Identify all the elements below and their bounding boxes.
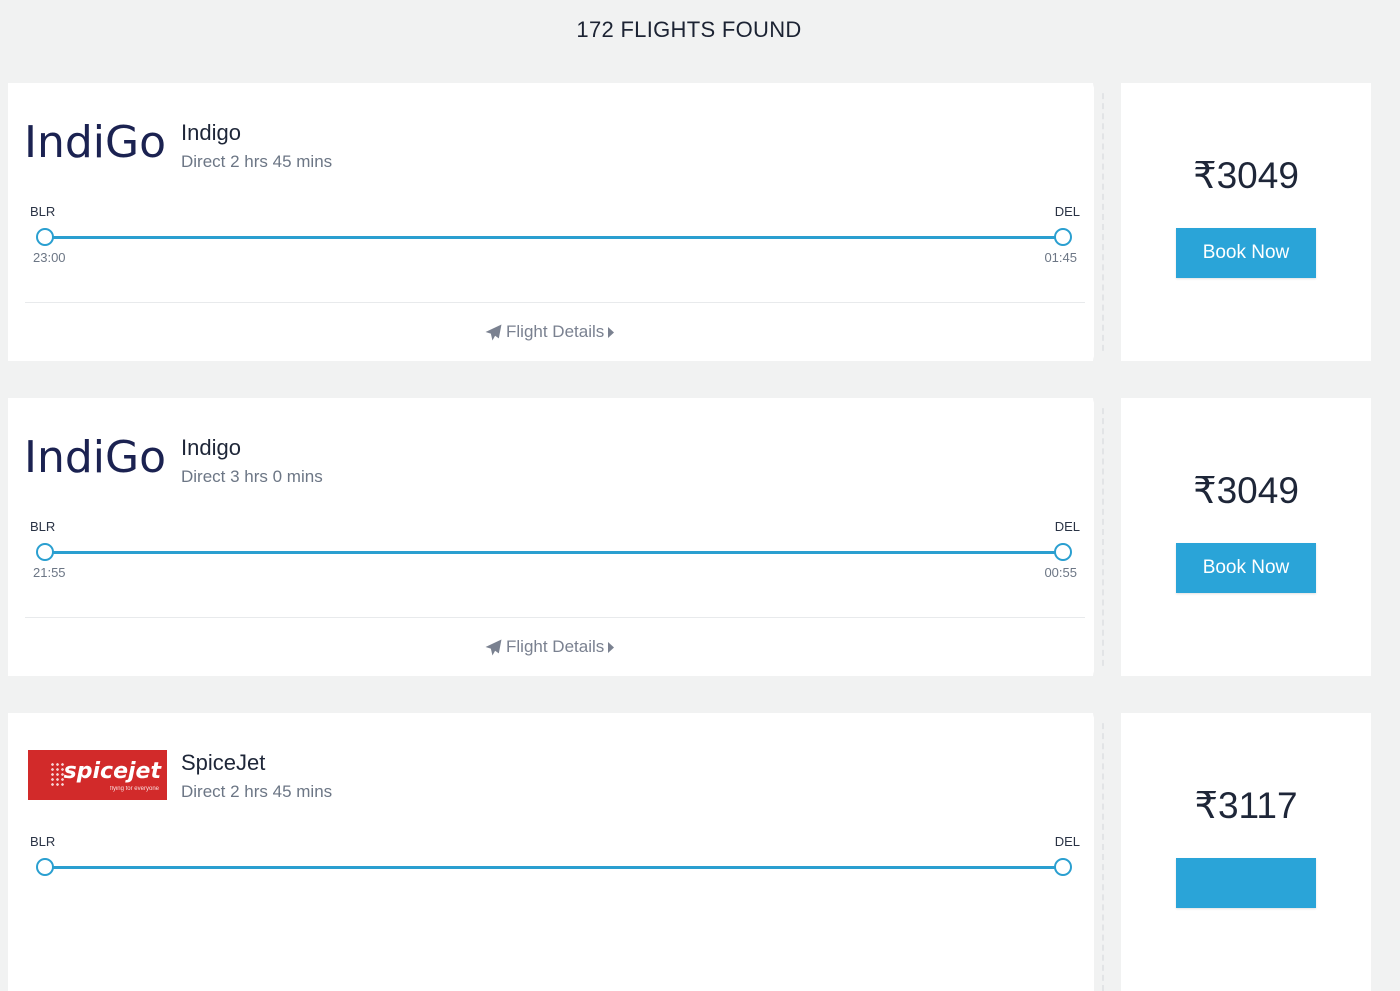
indigo-logo: IndiGo: [24, 432, 167, 483]
airline-name: SpiceJet: [181, 750, 266, 775]
flight-details-link[interactable]: Flight Details: [485, 322, 615, 342]
price: ₹3049: [1193, 470, 1299, 511]
paper-plane-icon: [485, 324, 502, 340]
destination-code: DEL: [1054, 834, 1080, 849]
book-now-button[interactable]: Book Now: [1176, 543, 1316, 593]
flight-details-label: Flight Details: [506, 322, 605, 341]
caret-right-icon: [608, 641, 615, 653]
caret-right-icon: [608, 326, 615, 338]
flight-duration: Direct 2 hrs 45 mins: [181, 152, 333, 171]
price: ₹3049: [1193, 155, 1299, 196]
flight-card: IndiGo Indigo Direct 2 hrs 45 mins BLR D…: [8, 73, 1371, 371]
destination-code: DEL: [1054, 204, 1080, 219]
destination-dot-icon: [1054, 858, 1072, 876]
results-count-heading: 172 FLIGHTS FOUND: [576, 17, 802, 42]
airline-name: Indigo: [181, 120, 241, 145]
spicejet-tagline: flying for everyone: [109, 786, 159, 792]
departure-time: 23:00: [33, 250, 66, 265]
flight-details-label: Flight Details: [506, 637, 605, 656]
origin-code: BLR: [30, 519, 56, 534]
destination-dot-icon: [1054, 228, 1072, 246]
route-line: [46, 551, 1064, 554]
flight-duration: Direct 2 hrs 45 mins: [181, 782, 333, 801]
spicejet-wordmark: spicejet: [63, 759, 161, 784]
spicejet-logo: spicejet flying for everyone: [28, 750, 167, 800]
ticket-notch: [1093, 666, 1113, 686]
price: ₹3117: [1194, 785, 1298, 826]
route-line: [46, 866, 1064, 869]
indigo-logo: IndiGo: [24, 117, 167, 168]
flight-info-panel: IndiGo Indigo Direct 3 hrs 0 mins BLR DE…: [8, 398, 1094, 676]
divider: [25, 302, 1085, 303]
price-panel: ₹3049 Book Now: [1121, 398, 1371, 676]
airline-name: Indigo: [181, 435, 241, 460]
divider: [25, 617, 1085, 618]
ticket-perforation: [1102, 398, 1104, 676]
origin-dot-icon: [36, 228, 54, 246]
book-now-button[interactable]: [1176, 858, 1316, 908]
flight-duration: Direct 3 hrs 0 mins: [181, 467, 323, 486]
price-panel: ₹3117: [1121, 713, 1371, 991]
origin-code: BLR: [30, 834, 56, 849]
route-line: [46, 236, 1064, 239]
flight-card: spicejet flying for everyone SpiceJet Di…: [8, 703, 1371, 991]
ticket-perforation: [1102, 713, 1104, 991]
flight-info-panel: IndiGo Indigo Direct 2 hrs 45 mins BLR D…: [8, 83, 1094, 361]
destination-code: DEL: [1054, 519, 1080, 534]
flight-card: IndiGo Indigo Direct 3 hrs 0 mins BLR DE…: [8, 388, 1371, 686]
origin-code: BLR: [30, 204, 56, 219]
arrival-time: 00:55: [1044, 565, 1077, 580]
price-panel: ₹3049 Book Now: [1121, 83, 1371, 361]
origin-dot-icon: [36, 543, 54, 561]
flight-details-link[interactable]: Flight Details: [485, 637, 615, 657]
book-now-button[interactable]: Book Now: [1176, 228, 1316, 278]
ticket-notch: [1093, 703, 1113, 723]
ticket-notch: [1093, 388, 1113, 408]
arrival-time: 01:45: [1044, 250, 1077, 265]
ticket-notch: [1093, 351, 1113, 371]
ticket-notch: [1093, 73, 1113, 93]
departure-time: 21:55: [33, 565, 66, 580]
flight-info-panel: spicejet flying for everyone SpiceJet Di…: [8, 713, 1094, 991]
destination-dot-icon: [1054, 543, 1072, 561]
ticket-perforation: [1102, 83, 1104, 361]
paper-plane-icon: [485, 639, 502, 655]
origin-dot-icon: [36, 858, 54, 876]
